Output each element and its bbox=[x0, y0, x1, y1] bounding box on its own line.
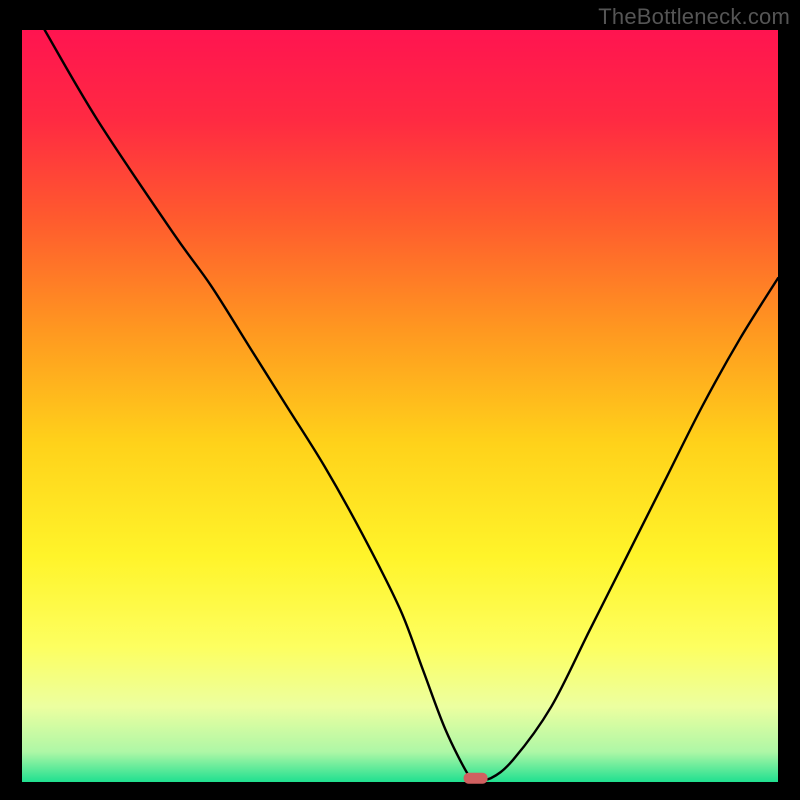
plot-background bbox=[22, 30, 778, 782]
minimum-marker bbox=[464, 773, 488, 784]
chart-frame: TheBottleneck.com bbox=[0, 0, 800, 800]
watermark-label: TheBottleneck.com bbox=[598, 4, 790, 30]
bottleneck-chart bbox=[0, 0, 800, 800]
